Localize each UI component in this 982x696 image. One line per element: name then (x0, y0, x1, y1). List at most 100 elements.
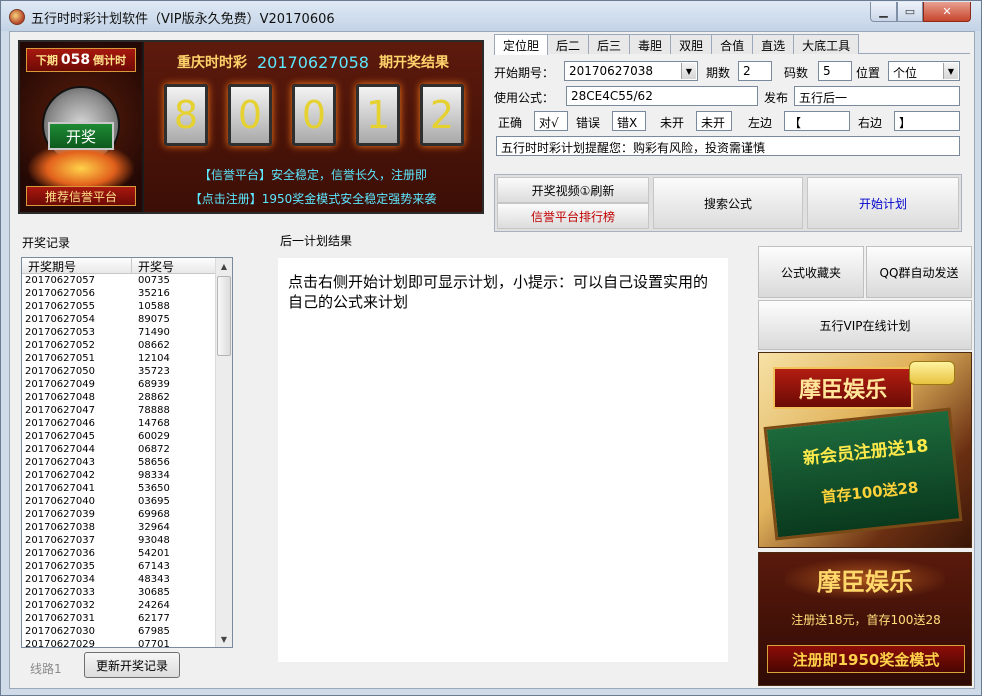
countdown-box: 下期 058 倒计时 (26, 48, 136, 72)
tab-houer[interactable]: 后二 (547, 34, 590, 54)
tab-dudan[interactable]: 毒胆 (629, 34, 672, 54)
table-row[interactable]: 20170627036 54201 (22, 548, 216, 561)
table-row[interactable]: 20170627034 48343 (22, 574, 216, 587)
tab-dingweidan[interactable]: 定位胆 (494, 34, 549, 55)
table-row[interactable]: 20170627043 58656 (22, 457, 216, 470)
table-row[interactable]: 20170627046 14768 (22, 418, 216, 431)
table-row[interactable]: 20170627035 67143 (22, 561, 216, 574)
scroll-thumb[interactable] (217, 276, 231, 356)
table-row[interactable]: 20170627042 98334 (22, 470, 216, 483)
records-list[interactable]: 开奖期号 开奖号 20170627057 00735 20170627056 3521… (21, 257, 233, 648)
record-number-cell: 03695 (138, 496, 170, 507)
result-section-label: 后一计划结果 (280, 234, 353, 248)
qq-auto-send-button[interactable]: QQ群自动发送 (866, 246, 972, 298)
minimize-button[interactable]: ▁ (870, 2, 897, 22)
scroll-up-icon[interactable]: ▲ (216, 258, 232, 274)
table-row[interactable]: 20170627055 10588 (22, 301, 216, 314)
close-button[interactable]: ✕ (923, 2, 971, 22)
recommend-platform-button[interactable]: 推荐信誉平台 (26, 186, 136, 206)
table-row[interactable]: 20170627039 69968 (22, 509, 216, 522)
record-issue-cell: 20170627052 (25, 340, 95, 351)
tab-dadi-tools[interactable]: 大底工具 (793, 34, 860, 54)
record-issue-cell: 20170627055 (25, 301, 95, 312)
table-row[interactable]: 20170627045 60029 (22, 431, 216, 444)
vip-online-plan-button[interactable]: 五行VIP在线计划 (758, 300, 972, 350)
table-row[interactable]: 20170627054 89075 (22, 314, 216, 327)
countdown-suffix: 倒计时 (93, 54, 127, 67)
title-bar[interactable]: 五行时时彩计划软件（VIP版永久免费）V20170606 ▁ ▭ ✕ (1, 1, 981, 31)
correct-input[interactable]: 对√ (534, 111, 568, 131)
reminder-field[interactable]: 五行时时彩计划提醒您：购彩有风险，投资需谨慎 (496, 136, 960, 156)
left-mark-input[interactable]: 【 (784, 111, 850, 131)
table-row[interactable]: 20170627051 12104 (22, 353, 216, 366)
table-row[interactable]: 20170627032 24264 (22, 600, 216, 613)
record-number-cell: 71490 (138, 327, 170, 338)
table-row[interactable]: 20170627038 32964 (22, 522, 216, 535)
ad2-line2: 注册即1950奖金模式 (767, 645, 965, 673)
start-plan-button[interactable]: 开始计划 (807, 177, 959, 229)
formula-favorites-button[interactable]: 公式收藏夹 (758, 246, 864, 298)
record-number-cell: 53650 (138, 483, 170, 494)
start-issue-select[interactable]: 20170627038 ▼ (564, 61, 698, 81)
tab-shuangdan[interactable]: 双胆 (670, 34, 713, 54)
lottery-issue: 20170627058 (257, 52, 369, 72)
formula-input[interactable]: 28CE4C55/62 (566, 86, 758, 106)
lottery-panel[interactable]: 下期 058 倒计时 开奖 推荐信誉平台 重庆时时彩 20170627058 期… (18, 40, 484, 214)
table-row[interactable]: 20170627031 62177 (22, 613, 216, 626)
record-issue-cell: 20170627038 (25, 522, 95, 533)
ad2-line1: 注册送18元，首存100送28 (791, 613, 941, 627)
table-row[interactable]: 20170627029 07701 (22, 639, 216, 647)
platform-rank-button[interactable]: 信誉平台排行榜 (497, 203, 649, 229)
table-row[interactable]: 20170627053 71490 (22, 327, 216, 340)
codes-input[interactable]: 5 (818, 61, 852, 81)
table-row[interactable]: 20170627037 93048 (22, 535, 216, 548)
publish-input[interactable]: 五行后一 (794, 86, 960, 106)
wrong-input[interactable]: 错X (612, 111, 646, 131)
record-issue-cell: 20170627047 (25, 405, 95, 416)
table-row[interactable]: 20170627057 00735 (22, 275, 216, 288)
record-issue-cell: 20170627041 (25, 483, 95, 494)
record-number-cell: 89075 (138, 314, 170, 325)
col-number-header[interactable]: 开奖号 (132, 258, 216, 274)
ad2-title: 摩臣娱乐 (785, 559, 945, 599)
tab-housan[interactable]: 后三 (588, 34, 631, 54)
scroll-down-icon[interactable]: ▼ (216, 631, 232, 647)
chevron-down-icon[interactable]: ▼ (681, 63, 696, 79)
table-row[interactable]: 20170627048 28862 (22, 392, 216, 405)
table-row[interactable]: 20170627047 78888 (22, 405, 216, 418)
table-row[interactable]: 20170627033 30685 (22, 587, 216, 600)
table-row[interactable]: 20170627044 06872 (22, 444, 216, 457)
promo-notice-1[interactable]: 【信誉平台】安全稳定，信誉长久，注册即 (144, 166, 482, 183)
table-row[interactable]: 20170627030 67985 (22, 626, 216, 639)
table-row[interactable]: 20170627052 08662 (22, 340, 216, 353)
table-row[interactable]: 20170627049 68939 (22, 379, 216, 392)
promo-notice-2[interactable]: 【点击注册】1950奖金模式安全稳定强势来袭 (144, 190, 482, 207)
record-number-cell: 28862 (138, 392, 170, 403)
maximize-icon: ▭ (904, 5, 916, 18)
update-records-button[interactable]: 更新开奖记录 (84, 652, 180, 678)
table-row[interactable]: 20170627041 53650 (22, 483, 216, 496)
tab-zhixuan[interactable]: 直选 (752, 34, 795, 54)
ad-banner-1[interactable]: 摩臣娱乐 新会员注册送18 首存100送28 (758, 352, 972, 548)
video-refresh-button[interactable]: 开奖视频①刷新 (497, 177, 649, 203)
table-row[interactable]: 20170627050 35723 (22, 366, 216, 379)
position-select[interactable]: 个位 ▼ (888, 61, 960, 81)
notopen-input[interactable]: 未开 (696, 111, 732, 131)
records-scrollbar[interactable]: ▲ ▼ (215, 258, 232, 647)
record-number-cell: 32964 (138, 522, 170, 533)
record-issue-cell: 20170627048 (25, 392, 95, 403)
plan-result-area[interactable]: 点击右侧开始计划即可显示计划，小提示：可以自己设置实用的自己的公式来计划 (278, 258, 728, 662)
table-row[interactable]: 20170627040 03695 (22, 496, 216, 509)
chevron-down-icon[interactable]: ▼ (943, 63, 958, 79)
search-formula-button[interactable]: 搜索公式 (653, 177, 803, 229)
open-draw-button[interactable]: 开奖 (48, 122, 114, 150)
table-row[interactable]: 20170627056 35216 (22, 288, 216, 301)
tab-hezhi[interactable]: 合值 (711, 34, 754, 54)
col-issue-header[interactable]: 开奖期号 (22, 258, 132, 274)
right-mark-input[interactable]: 】 (894, 111, 960, 131)
ad-banner-2[interactable]: 摩臣娱乐 注册送18元，首存100送28 注册即1950奖金模式 (758, 552, 972, 686)
record-issue-cell: 20170627037 (25, 535, 95, 546)
periods-input[interactable]: 2 (738, 61, 772, 81)
record-issue-cell: 20170627054 (25, 314, 95, 325)
maximize-button[interactable]: ▭ (897, 2, 923, 22)
